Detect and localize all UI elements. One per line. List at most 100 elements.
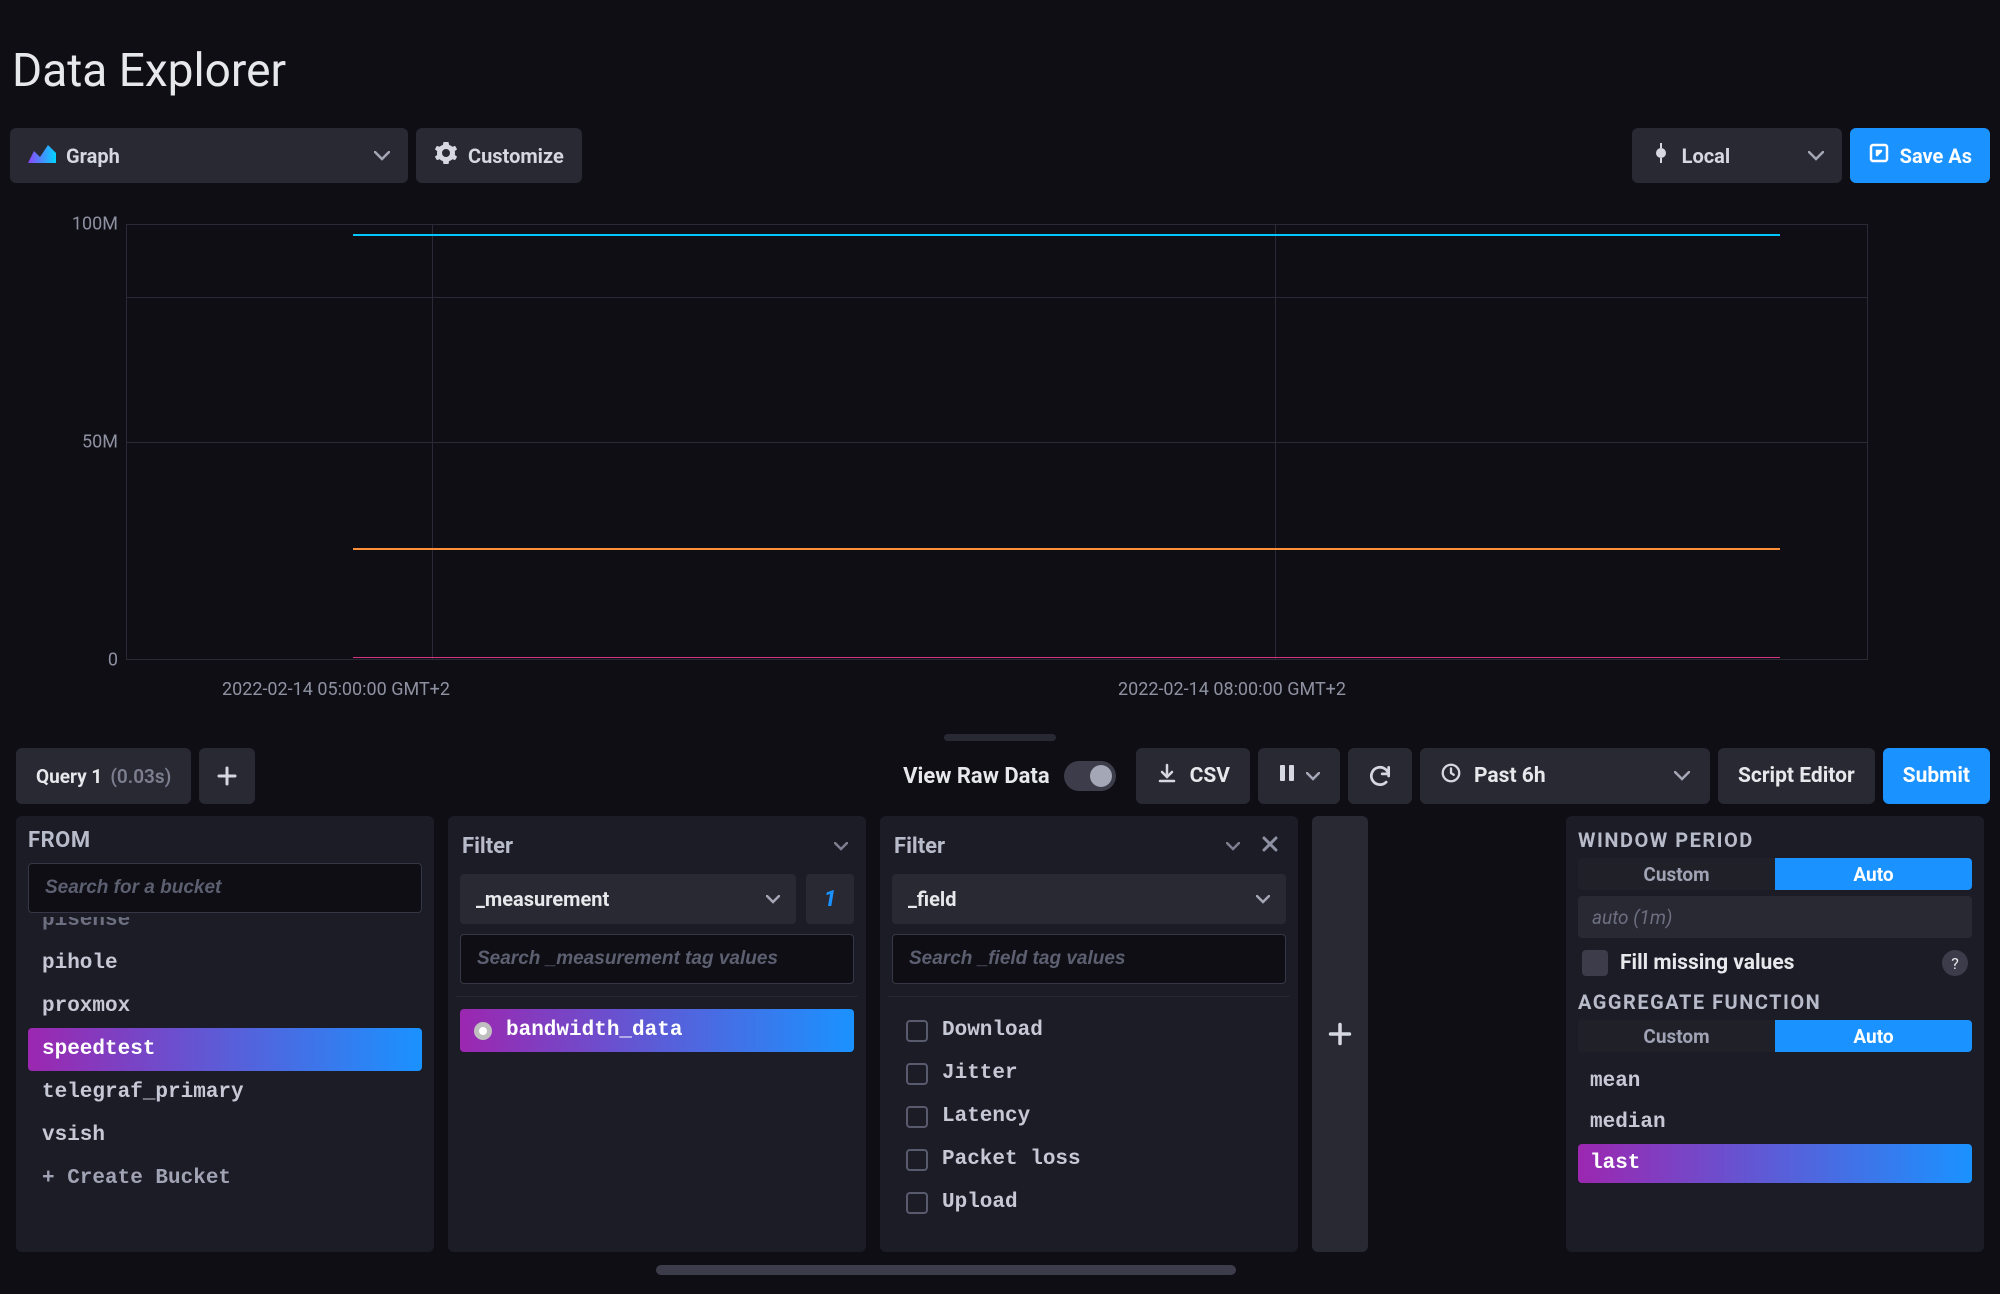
gear-icon — [434, 141, 458, 170]
bucket-item[interactable]: telegraf_primary — [28, 1071, 422, 1114]
chevron-down-icon — [766, 895, 780, 904]
aggregate-custom-button[interactable]: Custom — [1578, 1020, 1775, 1052]
chevron-down-icon — [1808, 151, 1824, 161]
window-period-title: WINDOW PERIOD — [1578, 828, 1972, 852]
timezone-dropdown[interactable]: Local — [1632, 128, 1842, 183]
aggregate-function-list: mean median last — [1578, 1062, 1972, 1183]
field-search-input[interactable] — [892, 934, 1286, 984]
checkbox-icon — [906, 1020, 928, 1042]
window-aggregate-panel: WINDOW PERIOD Custom Auto auto (1m) Fill… — [1566, 816, 1984, 1252]
filter-key-label: _field — [908, 887, 956, 911]
aggregate-auto-button[interactable]: Auto — [1775, 1020, 1972, 1052]
aggregate-title: AGGREGATE FUNCTION — [1578, 990, 1972, 1014]
y-tick: 0 — [108, 650, 118, 671]
csv-button[interactable]: CSV — [1136, 748, 1250, 804]
query-tab-timing: (0.03s) — [110, 765, 171, 788]
save-as-label: Save As — [1900, 144, 1972, 168]
field-value-item[interactable]: Latency — [892, 1095, 1286, 1138]
chevron-down-icon — [1256, 895, 1270, 904]
aggregate-item[interactable]: median — [1578, 1103, 1972, 1142]
window-period-mode[interactable]: Custom Auto — [1578, 858, 1972, 890]
auto-refresh-dropdown[interactable] — [1258, 748, 1340, 804]
customize-button[interactable]: Customize — [416, 128, 582, 183]
field-value-label: Download — [942, 1019, 1043, 1042]
chevron-down-icon — [374, 151, 390, 161]
graph-icon — [28, 143, 56, 168]
field-value-item[interactable]: Download — [892, 1009, 1286, 1052]
refresh-button[interactable] — [1348, 748, 1412, 804]
top-toolbar: Graph Customize Local Save As — [10, 128, 1990, 197]
... (truncated)[interactable]: mean — [1578, 1062, 1972, 1101]
add-filter-button[interactable] — [1312, 816, 1368, 1252]
view-raw-label: View Raw Data — [903, 764, 1049, 789]
field-value-item[interactable]: Upload — [892, 1181, 1286, 1224]
bucket-item[interactable]: pisense — [28, 917, 422, 942]
horizontal-scrollbar[interactable] — [10, 1262, 1990, 1278]
aggregate-item[interactable]: last — [1578, 1144, 1972, 1183]
export-icon — [1868, 142, 1890, 169]
bucket-item[interactable]: vsish — [28, 1114, 422, 1157]
checkbox-icon — [906, 1106, 928, 1128]
csv-label: CSV — [1190, 764, 1230, 788]
resize-handle[interactable] — [10, 732, 1990, 742]
clock-icon — [1440, 762, 1462, 790]
save-as-button[interactable]: Save As — [1850, 128, 1990, 183]
submit-button[interactable]: Submit — [1883, 748, 1990, 804]
visualization-type-label: Graph — [66, 144, 120, 168]
y-tick: 50M — [82, 432, 118, 453]
chevron-down-icon — [1226, 842, 1240, 851]
download-icon — [1156, 762, 1178, 790]
window-period-input[interactable]: auto (1m) — [1578, 896, 1972, 938]
measurement-value-item[interactable]: bandwidth_data — [460, 1009, 854, 1052]
filter-key-dropdown[interactable]: _field — [892, 874, 1286, 924]
checkbox-icon — [906, 1149, 928, 1171]
chart-area: 100M 50M 0 2022-02-14 05:00:00 GMT+2 202… — [10, 197, 1990, 722]
filter-title: Filter — [894, 834, 945, 859]
field-value-item[interactable]: Jitter — [892, 1052, 1286, 1095]
filter-selected-count: 1 — [806, 874, 854, 924]
series-line — [353, 234, 1780, 236]
filter-panel-measurement: Filter _measurement 1 bandwidth_data — [448, 816, 866, 1252]
filter-type-dropdown[interactable]: Filter — [460, 828, 854, 864]
series-line — [353, 657, 1780, 658]
field-value-label: Latency — [942, 1105, 1030, 1128]
bucket-search-input[interactable] — [28, 863, 422, 913]
measurement-search-input[interactable] — [460, 934, 854, 984]
filter-type-dropdown[interactable]: Filter — [892, 828, 1246, 864]
pause-icon — [1278, 763, 1296, 789]
x-tick: 2022-02-14 05:00:00 GMT+2 — [222, 679, 450, 700]
field-value-label: Jitter — [942, 1062, 1018, 1085]
field-value-item[interactable]: Packet loss — [892, 1138, 1286, 1181]
bucket-item[interactable]: pihole — [28, 942, 422, 985]
help-icon[interactable]: ? — [1942, 950, 1968, 976]
query-builder: FROM pisense pihole proxmox speedtest te… — [10, 816, 1990, 1262]
filter-title: Filter — [462, 834, 513, 859]
query-tab[interactable]: Query 1 (0.03s) — [16, 748, 191, 804]
visualization-type-dropdown[interactable]: Graph — [10, 128, 408, 183]
page-title: Data Explorer — [10, 0, 1990, 128]
checkbox-icon — [906, 1063, 928, 1085]
view-raw-data-toggle[interactable]: View Raw Data — [903, 761, 1115, 791]
window-custom-button[interactable]: Custom — [1578, 858, 1775, 890]
chevron-down-icon — [1674, 771, 1690, 781]
bucket-item[interactable]: proxmox — [28, 985, 422, 1028]
chevron-down-icon — [834, 842, 848, 851]
aggregate-mode[interactable]: Custom Auto — [1578, 1020, 1972, 1052]
add-query-button[interactable] — [199, 748, 255, 804]
bucket-item[interactable]: speedtest — [28, 1028, 422, 1071]
submit-label: Submit — [1903, 764, 1970, 788]
timezone-icon — [1650, 142, 1672, 169]
filter-panel-field: Filter _field Download Jitter Latency Pa… — [880, 816, 1298, 1252]
fill-missing-checkbox[interactable] — [1582, 950, 1608, 976]
window-auto-button[interactable]: Auto — [1775, 858, 1972, 890]
filter-key-dropdown[interactable]: _measurement — [460, 874, 796, 924]
create-bucket-button[interactable]: + Create Bucket — [28, 1157, 422, 1200]
chevron-down-icon — [1306, 772, 1320, 781]
script-editor-button[interactable]: Script Editor — [1718, 748, 1875, 804]
toggle-switch[interactable] — [1064, 761, 1116, 791]
time-range-label: Past 6h — [1474, 764, 1546, 788]
remove-filter-button[interactable] — [1254, 831, 1286, 861]
measurement-value-list: bandwidth_data — [460, 1009, 854, 1052]
time-range-dropdown[interactable]: Past 6h — [1420, 748, 1710, 804]
field-value-list: Download Jitter Latency Packet loss Uplo… — [892, 1009, 1286, 1224]
